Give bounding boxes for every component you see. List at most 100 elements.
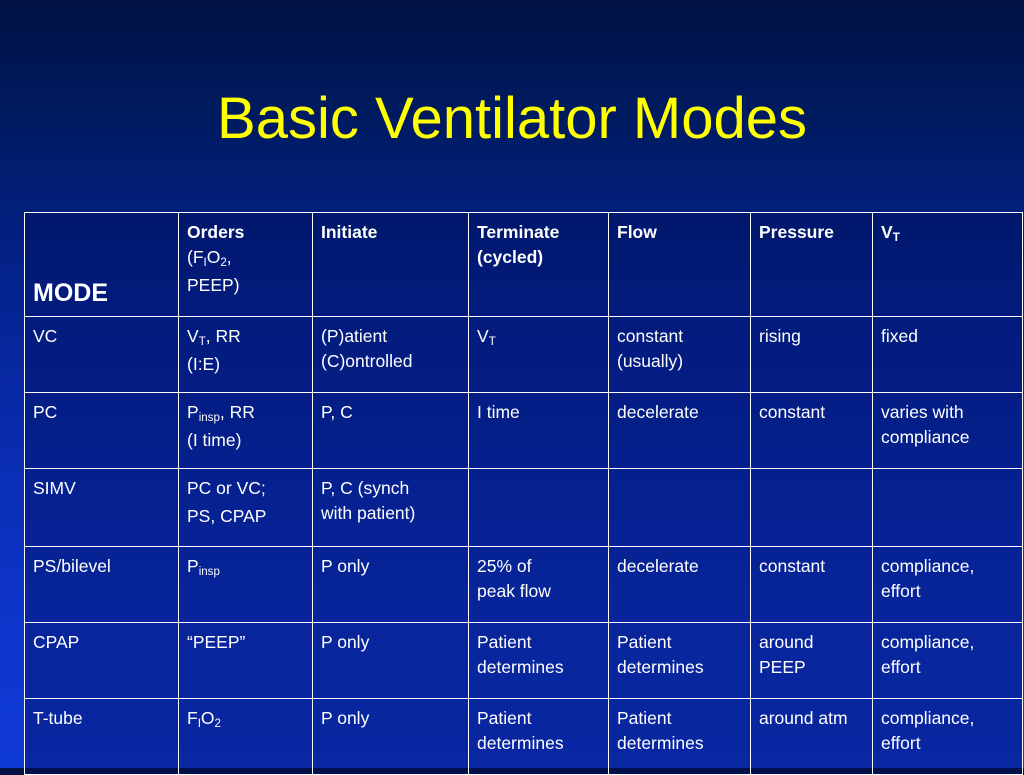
table-row: SIMV PC or VC; PS, CPAP P, C (synch with…: [24, 468, 1023, 547]
orders-line-2: (I:E): [187, 354, 221, 374]
flow-line-2: determines: [617, 733, 704, 753]
header-cell-mode: MODE: [24, 212, 179, 317]
table-header-row: MODE Orders (FIO2, PEEP) Initiate Termin…: [24, 212, 1023, 317]
orders-sub-i: I: [203, 256, 207, 269]
orders-paren-open: (F: [187, 247, 204, 267]
cell-orders: FIO2: [178, 698, 313, 775]
table-row: VC VT, RR (I:E) (P)atient (C)ontrolled V…: [24, 316, 1023, 393]
terminate-text-a: I time: [477, 402, 520, 422]
initiate-line-2: (C)ontrolled: [321, 351, 413, 371]
terminate-line-1: Patient: [477, 632, 532, 652]
cell-initiate: P, C: [312, 392, 469, 469]
cell-mode: T-tube: [24, 698, 179, 775]
cell-mode: SIMV: [24, 468, 179, 547]
cell-terminate: [468, 468, 609, 547]
slide-canvas: Basic Ventilator Modes MODE Orders (FIO2…: [0, 0, 1024, 775]
orders-subscript: I: [197, 717, 201, 730]
initiate-line-2: with patient): [321, 503, 416, 523]
terminate-line-2: determines: [477, 657, 564, 677]
cell-orders: PC or VC; PS, CPAP: [178, 468, 313, 547]
cell-pressure: around atm: [750, 698, 873, 775]
cell-orders: Pinsp: [178, 546, 313, 623]
orders-sub-2: 2: [220, 256, 227, 269]
orders-text-a: V: [187, 326, 199, 346]
orders-line-1: FIO2: [187, 706, 304, 734]
flow-line-1: constant: [617, 326, 684, 346]
initiate-line-1: P, C: [321, 402, 353, 422]
cell-pressure: constant: [750, 392, 873, 469]
vt-line-1: varies with: [881, 402, 964, 422]
terminate-text-a: V: [477, 326, 489, 346]
cell-flow: Patient determines: [608, 622, 751, 699]
orders-o: O: [206, 247, 221, 267]
cell-pressure: [750, 468, 873, 547]
cell-flow: decelerate: [608, 392, 751, 469]
terminate-line-2: determines: [477, 733, 564, 753]
initiate-line-1: (P)atient: [321, 326, 388, 346]
flow-line-1: Patient: [617, 708, 672, 728]
cell-initiate: (P)atient (C)ontrolled: [312, 316, 469, 393]
orders-text-a: F: [187, 708, 198, 728]
cell-initiate: P only: [312, 546, 469, 623]
cell-orders: VT, RR (I:E): [178, 316, 313, 393]
terminate-line-1: Patient: [477, 708, 532, 728]
cell-orders: Pinsp, RR (I time): [178, 392, 313, 469]
terminate-line-1: I time: [477, 400, 600, 428]
ventilator-modes-table: MODE Orders (FIO2, PEEP) Initiate Termin…: [24, 212, 1023, 775]
header-cell-flow: Flow: [608, 212, 751, 317]
orders-subscript: T: [198, 335, 206, 348]
table-row: PC Pinsp, RR (I time) P, C I time decele…: [24, 392, 1023, 469]
cell-flow: Patient determines: [608, 698, 751, 775]
cell-vt: compliance, effort: [872, 546, 1023, 623]
orders-line-2: (I time): [187, 430, 242, 450]
header-label-pressure: Pressure: [759, 222, 834, 242]
orders-line-1: Pinsp: [187, 554, 304, 582]
vt-line-2: compliance: [881, 427, 970, 447]
table-row: T-tube FIO2 P only Patient determines Pa…: [24, 698, 1023, 775]
orders-text-b: O: [200, 708, 215, 728]
cell-mode: PC: [24, 392, 179, 469]
vt-line-2: effort: [881, 657, 921, 677]
initiate-line-1: P only: [321, 556, 370, 576]
flow-line-1: Patient: [617, 632, 672, 652]
table-row: PS/bilevel Pinsp P only 25% of peak flow: [24, 546, 1023, 623]
orders-line-2: PS, CPAP: [187, 506, 267, 526]
header-cell-initiate: Initiate: [312, 212, 469, 317]
cell-mode: PS/bilevel: [24, 546, 179, 623]
orders-line-1: PC or VC;: [187, 476, 304, 504]
page-title: Basic Ventilator Modes: [217, 86, 807, 151]
cell-initiate: P only: [312, 622, 469, 699]
cell-initiate: P only: [312, 698, 469, 775]
cell-vt: fixed: [872, 316, 1023, 393]
cell-initiate: P, C (synch with patient): [312, 468, 469, 547]
vt-v: V: [881, 222, 893, 242]
cell-flow: decelerate: [608, 546, 751, 623]
cell-vt: varies with compliance: [872, 392, 1023, 469]
vt-line-1: compliance,: [881, 708, 975, 728]
flow-line-2: determines: [617, 657, 704, 677]
cell-terminate: 25% of peak flow: [468, 546, 609, 623]
orders-text-a: PC or VC;: [187, 478, 266, 498]
terminate-line-1: VT: [477, 324, 600, 352]
vt-line-1: compliance,: [881, 632, 975, 652]
table-row: CPAP “PEEP” P only Patient determines Pa…: [24, 622, 1023, 699]
header-label-vt: VT: [881, 222, 900, 244]
orders-comma: ,: [226, 247, 232, 267]
cell-vt: [872, 468, 1023, 547]
orders-line-1: VT, RR: [187, 324, 304, 352]
cell-orders: “PEEP”: [178, 622, 313, 699]
header-label-orders-sub-line1: (FIO2,: [187, 245, 304, 273]
cell-mode: CPAP: [24, 622, 179, 699]
terminate-subscript: T: [488, 335, 496, 348]
orders-subscript: insp: [198, 411, 220, 424]
vt-sub-t: T: [892, 231, 900, 244]
orders-line-1: “PEEP”: [187, 630, 304, 658]
header-cell-vt: VT: [872, 212, 1023, 317]
initiate-line-1: P only: [321, 708, 370, 728]
header-cell-orders: Orders (FIO2, PEEP): [178, 212, 313, 317]
header-label-terminate-line1: Terminate: [477, 222, 560, 242]
orders-text-a: “PEEP”: [187, 632, 246, 652]
cell-pressure: around PEEP: [750, 622, 873, 699]
initiate-line-1: P only: [321, 632, 370, 652]
cell-pressure: constant: [750, 546, 873, 623]
